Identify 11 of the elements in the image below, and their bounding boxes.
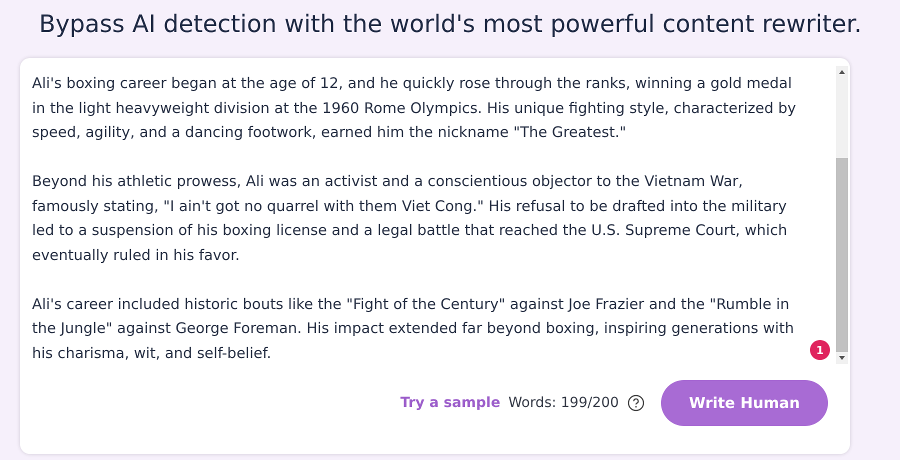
paragraph: Ali's boxing career began at the age of 12, and he quickly rose through the ranks, winning a gold medal in the light heavyweight division at the 1960 Rome Olympics. His unique fighting style, characterized by speed, agility, and a dancing footwork, earned him the nickname "The Greatest." [32,74,798,143]
word-count: Words: 199/200 [508,395,619,411]
help-icon[interactable] [626,394,645,412]
notification-badge: 1 [810,340,830,360]
scrollbar-thumb[interactable] [836,158,848,352]
write-human-button[interactable]: Write Human [660,380,828,426]
paragraph: Ali's career included historic bouts like the "Fight of the Century" against Joe Frazier and the "Rumble in the Jungle" against George Foreman. His impact extended far beyond boxing, inspiring generations with his charisma, wit, and self-belief. [32,294,795,364]
page-heading: Bypass AI detection with the world's most powerful content rewriter. [38,9,863,40]
try-sample-link[interactable]: Try a sample [400,395,500,411]
paragraph: Beyond his athletic prowess, Ali was an activist and a conscientious objector to the Vietnam War, famously stating, "I ain't got no quarrel with them Viet Cong." His refusal to be drafted into the military led to a suspension of his boxing license and a legal battle that reached the U.S. Supreme Court, which eventually ruled in his favor. [32,172,788,266]
scrollbar[interactable] [836,66,848,364]
